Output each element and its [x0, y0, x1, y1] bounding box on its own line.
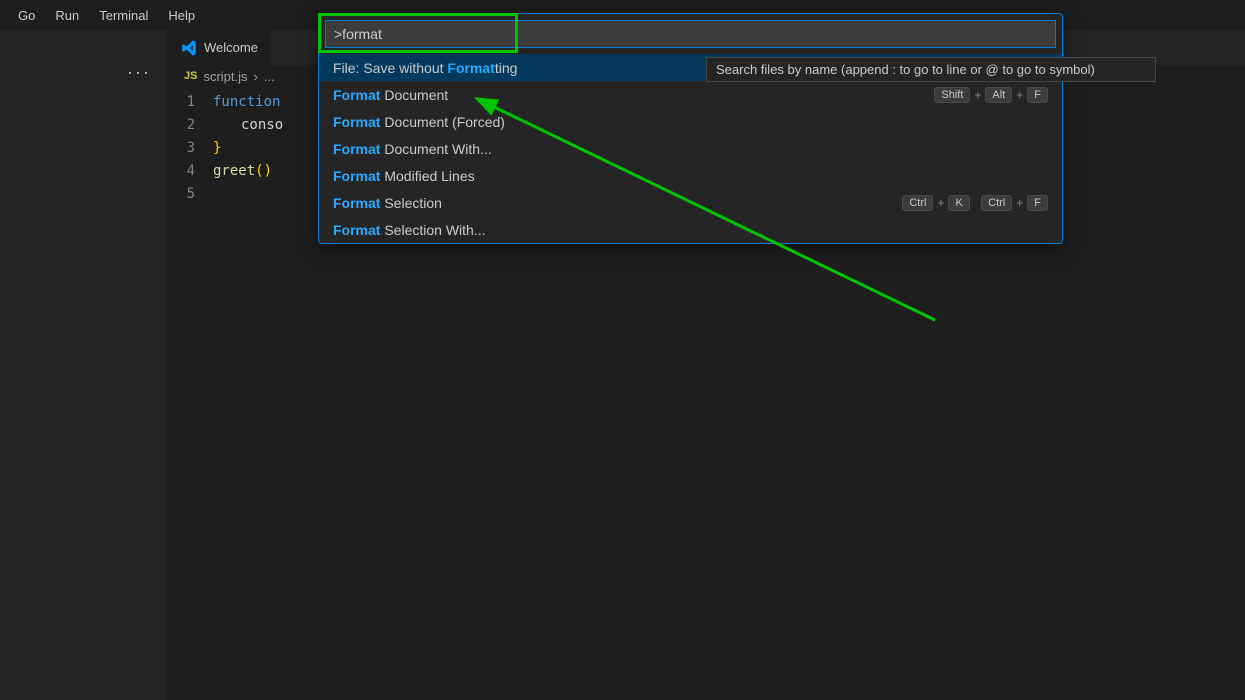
- command-label: Format Document: [333, 87, 448, 103]
- command-palette-list: File: Save without Formatting Format Docu…: [319, 54, 1062, 243]
- command-palette-item[interactable]: Format Selection Ctrl+K Ctrl+F: [319, 189, 1062, 216]
- token: function: [213, 94, 280, 110]
- tab-welcome[interactable]: Welcome: [168, 30, 271, 65]
- tab-label: Welcome: [204, 40, 258, 55]
- keybinding: Shift+Alt+F: [934, 87, 1048, 103]
- command-palette-hint-tooltip: Search files by name (append : to go to …: [706, 57, 1156, 82]
- command-palette-item[interactable]: Format Selection With...: [319, 216, 1062, 243]
- command-label: File: Save without Formatting: [333, 60, 517, 76]
- line-number: 4: [168, 160, 195, 183]
- line-gutter: 1 2 3 4 5: [168, 91, 213, 206]
- menu-help[interactable]: Help: [158, 4, 205, 27]
- command-palette-item[interactable]: Format Document With...: [319, 135, 1062, 162]
- command-label: Format Selection: [333, 195, 442, 211]
- command-label: Format Document With...: [333, 141, 492, 157]
- menu-go[interactable]: Go: [8, 4, 45, 27]
- breadcrumb-more: ...: [264, 69, 275, 84]
- command-palette-item[interactable]: Format Modified Lines: [319, 162, 1062, 189]
- command-palette: File: Save without Formatting Format Docu…: [318, 13, 1063, 244]
- chevron-right-icon: ›: [254, 69, 258, 84]
- line-number: 2: [168, 114, 195, 137]
- menu-terminal[interactable]: Terminal: [89, 4, 158, 27]
- line-number: 3: [168, 137, 195, 160]
- line-number: 5: [168, 183, 195, 206]
- token: greet: [213, 163, 255, 179]
- js-icon: JS: [184, 70, 197, 82]
- token: (): [255, 163, 272, 179]
- breadcrumb-file: script.js: [203, 69, 247, 84]
- command-label: Format Selection With...: [333, 222, 486, 238]
- token: }: [213, 140, 221, 156]
- code-lines: function conso } greet(): [213, 91, 283, 206]
- keybinding: Ctrl+K Ctrl+F: [902, 195, 1048, 211]
- command-palette-input[interactable]: [325, 20, 1056, 48]
- command-palette-item[interactable]: Format Document (Forced): [319, 108, 1062, 135]
- more-icon[interactable]: ···: [127, 62, 151, 83]
- token: conso: [241, 117, 283, 133]
- command-label: Format Modified Lines: [333, 168, 475, 184]
- line-number: 1: [168, 91, 195, 114]
- command-palette-item[interactable]: Format Document Shift+Alt+F: [319, 81, 1062, 108]
- explorer-sidebar: ···: [0, 30, 168, 700]
- menu-run[interactable]: Run: [45, 4, 89, 27]
- command-label: Format Document (Forced): [333, 114, 505, 130]
- vscode-icon: [180, 39, 198, 57]
- command-palette-input-row: [319, 14, 1062, 54]
